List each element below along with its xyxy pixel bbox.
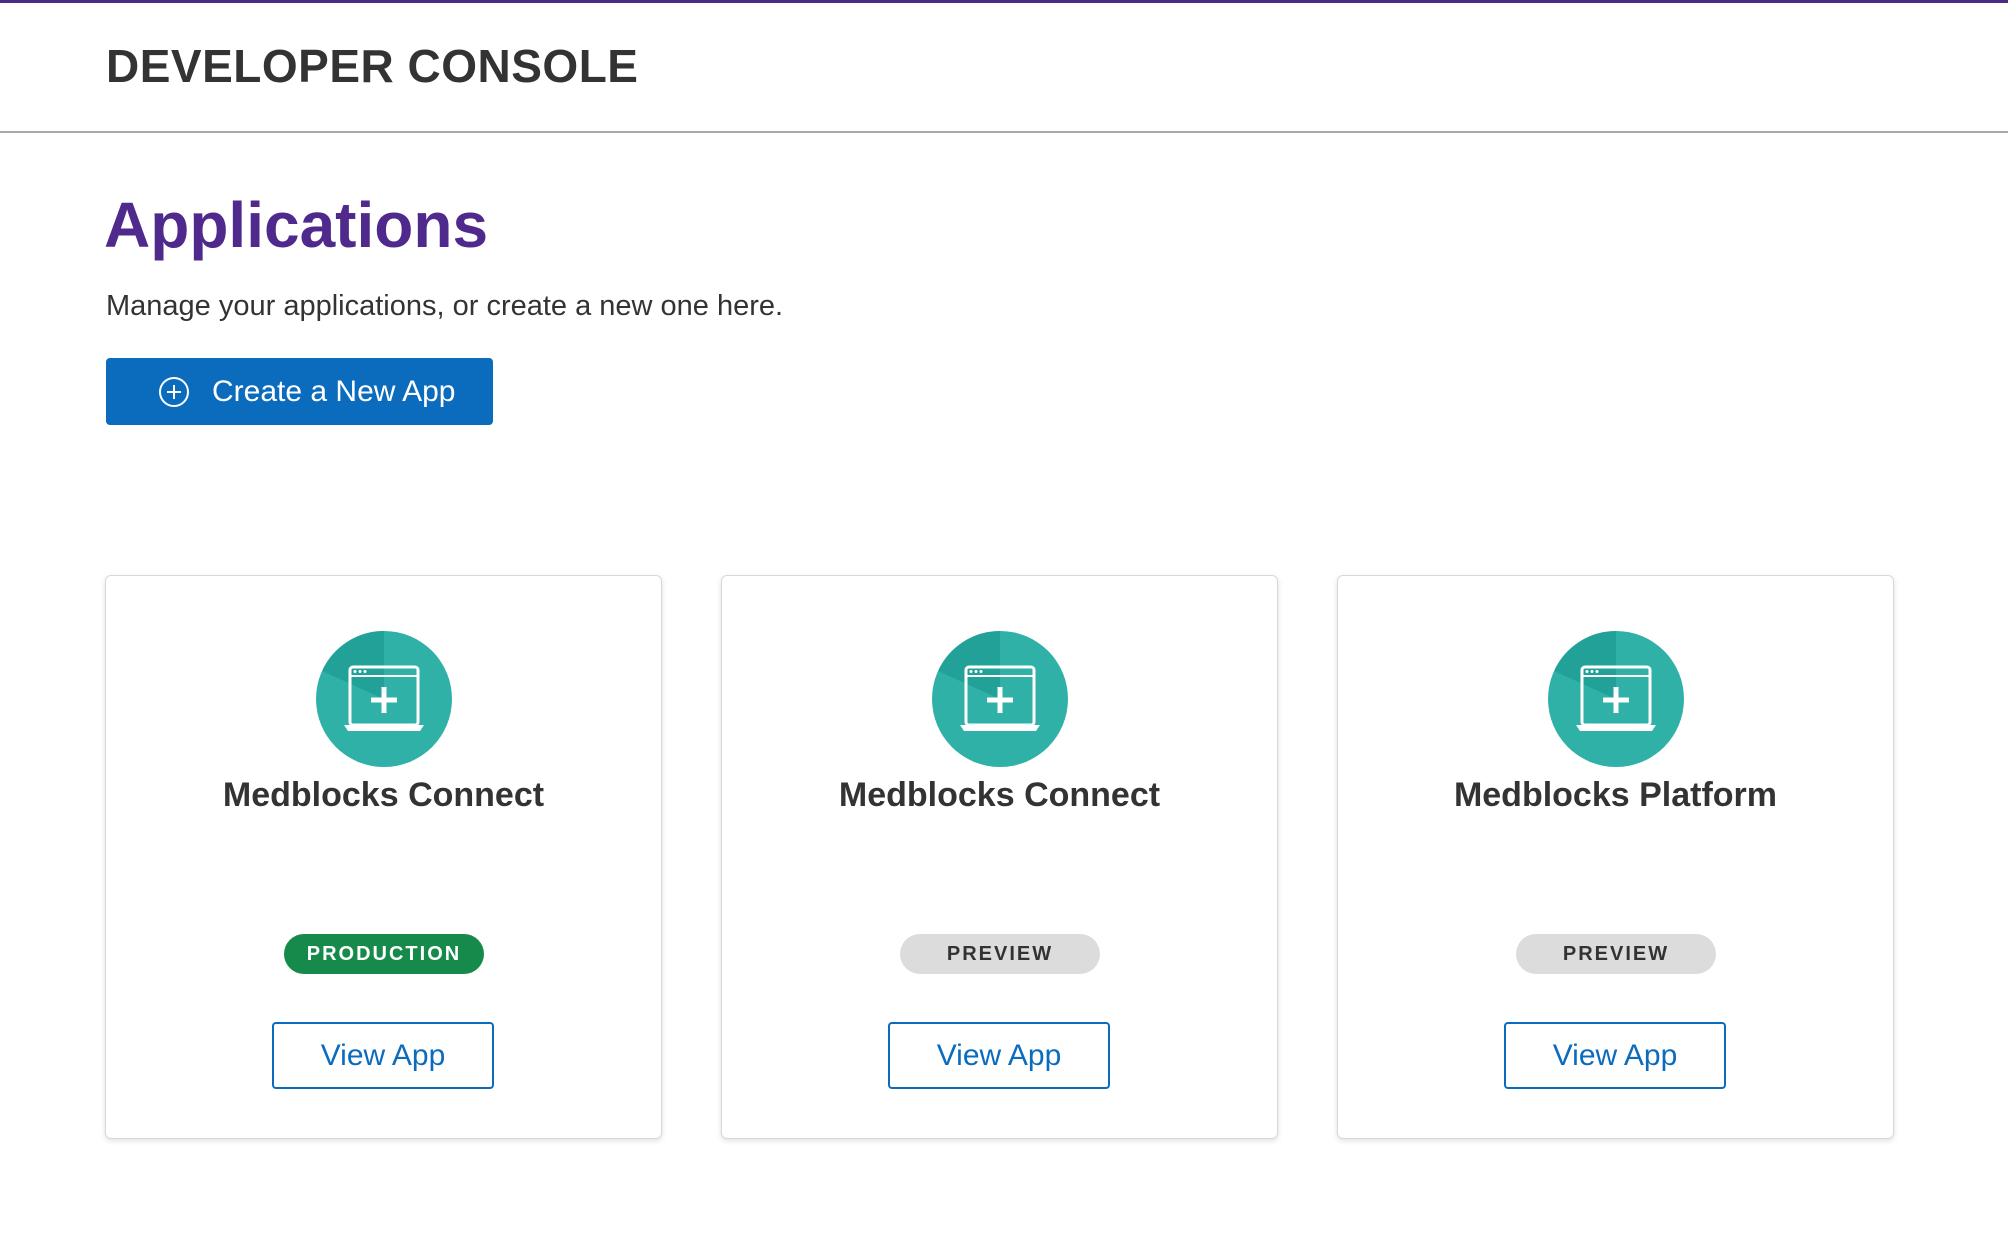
view-app-button[interactable]: View App [888, 1022, 1110, 1089]
status-badge: PREVIEW [1516, 934, 1716, 974]
app-name: Medblocks Connect [222, 776, 545, 814]
status-badge: PRODUCTION [284, 934, 484, 974]
view-app-button[interactable]: View App [272, 1022, 494, 1089]
view-app-button[interactable]: View App [1504, 1022, 1726, 1089]
app-name: Medblocks Platform [1453, 776, 1778, 814]
app-card: Medblocks Platform PREVIEW View App [1337, 575, 1894, 1139]
app-card: Medblocks Connect PRODUCTION View App [105, 575, 662, 1139]
create-new-app-label: Create a New App [212, 374, 456, 408]
app-card: Medblocks Connect PREVIEW View App [721, 575, 1278, 1139]
app-window-plus-icon [932, 631, 1068, 767]
status-badge: PREVIEW [900, 934, 1100, 974]
plus-circle-icon [159, 376, 189, 407]
console-title: DEVELOPER CONSOLE [106, 40, 639, 92]
app-name: Medblocks Connect [838, 776, 1161, 814]
header: DEVELOPER CONSOLE [0, 3, 2008, 133]
page-title: Applications [104, 189, 489, 261]
page-subtitle: Manage your applications, or create a ne… [106, 290, 784, 322]
app-window-plus-icon [316, 631, 452, 767]
create-new-app-button[interactable]: Create a New App [106, 358, 493, 425]
app-window-plus-icon [1548, 631, 1684, 767]
